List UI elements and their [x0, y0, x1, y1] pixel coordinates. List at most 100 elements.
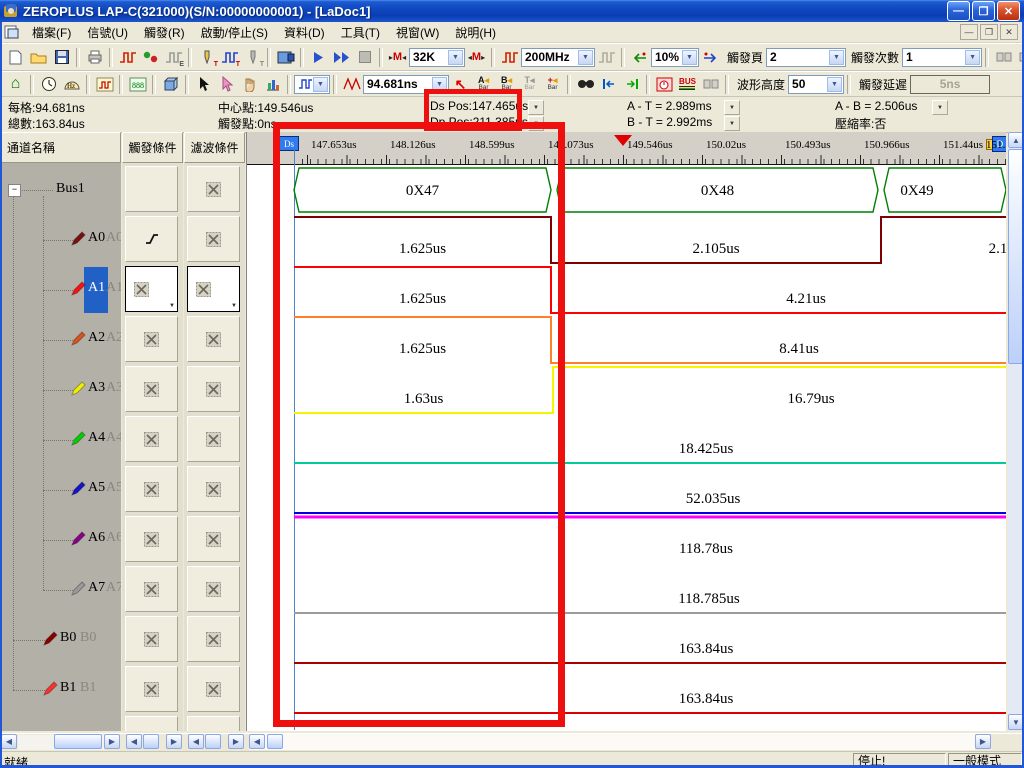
channel-label-A3[interactable]: A3: [88, 380, 105, 396]
goto-end-button[interactable]: [620, 73, 643, 95]
select-cursor-button[interactable]: [192, 73, 215, 95]
hand-tool-button[interactable]: [238, 73, 261, 95]
trigger-scroll-left[interactable]: ◀: [126, 734, 142, 749]
module-parameter-button[interactable]: [274, 46, 297, 68]
channel-scroll-right[interactable]: ▶: [104, 734, 120, 749]
time-ruler[interactable]: Ds D 147.653us148.126us148.599us149.073u…: [247, 132, 1006, 165]
trigger-probe-button[interactable]: T: [195, 46, 218, 68]
sync-button[interactable]: [699, 73, 722, 95]
channel-label-A7[interactable]: A7: [88, 580, 105, 596]
bus-setup-button[interactable]: BUS: [676, 73, 699, 95]
statistics-button[interactable]: [261, 73, 284, 95]
run-button[interactable]: [307, 46, 330, 68]
channel-scroll-left[interactable]: ◀: [1, 734, 17, 749]
filter-scroll-left[interactable]: ◀: [188, 734, 204, 749]
mdi-minimize-button[interactable]: —: [960, 24, 978, 40]
time-div-select-arrow[interactable]: ▼: [432, 77, 447, 92]
waveform-scroll-left[interactable]: ◀: [249, 734, 265, 749]
external-clock-icon[interactable]: [595, 46, 618, 68]
trigger-cell-A1[interactable]: ▼: [125, 266, 178, 312]
sample-depth-select-arrow[interactable]: ▼: [448, 50, 463, 65]
trigger-pos-left-button[interactable]: [628, 46, 651, 68]
channel-tree[interactable]: −Bus1A0A0A1A1A2A2A3A3A4A4A5A5A6A6A7A7B0B…: [0, 163, 121, 731]
sampling-setting-button[interactable]: [116, 46, 139, 68]
note-cursor-button[interactable]: [215, 73, 238, 95]
trigger-position-select[interactable]: 10%▼: [651, 48, 699, 67]
menu-item-5[interactable]: 工具(T): [333, 24, 388, 42]
t-bar-button[interactable]: T◂Bar: [518, 73, 541, 95]
cursor-jump-button[interactable]: ↖: [449, 73, 472, 95]
trigger-cell-A3[interactable]: [125, 366, 178, 412]
waveform-window-button[interactable]: [93, 73, 116, 95]
open-file-button[interactable]: [27, 46, 50, 68]
memory-right-button[interactable]: ◂M▸: [465, 46, 488, 68]
trigger-scroll-thumb[interactable]: [143, 734, 159, 749]
filter-cell-A5[interactable]: [187, 466, 240, 512]
trigger-pulse-button[interactable]: T: [218, 46, 241, 68]
trigger-count-select-arrow[interactable]: ▼: [965, 50, 980, 65]
waveform-scroll-track[interactable]: [249, 734, 975, 750]
menu-item-0[interactable]: 檔案(F): [24, 24, 79, 42]
filter-cell-A2[interactable]: [187, 316, 240, 362]
pulse-width-module-button[interactable]: E: [162, 46, 185, 68]
minimize-button[interactable]: —: [947, 1, 970, 21]
frequency-button[interactable]: Hz: [60, 73, 83, 95]
filter-cell-A4[interactable]: [187, 416, 240, 462]
a-t-dropdown[interactable]: ▼: [724, 100, 740, 115]
menu-item-6[interactable]: 視窗(W): [388, 24, 447, 42]
channel-label-A4[interactable]: A4: [88, 430, 105, 446]
wave-height-select[interactable]: 50▼: [788, 75, 844, 94]
trigger-cell-A6[interactable]: [125, 516, 178, 562]
sample-depth-select[interactable]: 32K▼: [409, 48, 465, 67]
repeat-run-button[interactable]: [330, 46, 353, 68]
channel-label-B1[interactable]: B1: [60, 680, 76, 696]
channel-scroll-thumb[interactable]: [54, 734, 102, 749]
trigger-cell-A0[interactable]: [125, 216, 178, 262]
trigger-cell-A2[interactable]: [125, 316, 178, 362]
internal-clock-icon[interactable]: [498, 46, 521, 68]
sample-rate-select[interactable]: 200MHz▼: [521, 48, 595, 67]
trigger-position-select-arrow[interactable]: ▼: [682, 50, 697, 65]
add-bar-button[interactable]: +◂Bar: [541, 73, 564, 95]
channel-color-button[interactable]: [139, 46, 162, 68]
listing-window-button[interactable]: 888: [126, 73, 149, 95]
ds-pos-dropdown[interactable]: ▼: [528, 100, 544, 115]
stack-panel-button[interactable]: [992, 46, 1015, 68]
close-button[interactable]: ✕: [997, 1, 1020, 21]
waveform-mode-select-arrow[interactable]: ▼: [313, 77, 328, 92]
channel-label-A2[interactable]: A2: [88, 330, 105, 346]
bus-label[interactable]: Bus1: [56, 181, 85, 197]
filter-cell-B1[interactable]: [187, 666, 240, 712]
filter-cell-Bus1[interactable]: [187, 166, 240, 212]
clock-button[interactable]: [37, 73, 60, 95]
menu-item-4[interactable]: 資料(D): [276, 24, 333, 42]
menu-item-1[interactable]: 信號(U): [79, 24, 136, 42]
filter-cell-A3[interactable]: [187, 366, 240, 412]
home-button[interactable]: ⌂: [4, 73, 27, 95]
filter-cell-A0[interactable]: [187, 216, 240, 262]
menu-item-7[interactable]: 說明(H): [447, 24, 504, 42]
trigger-cell-A5[interactable]: [125, 466, 178, 512]
filter-scroll-thumb[interactable]: [205, 734, 221, 749]
trigger-pos-right-button[interactable]: [699, 46, 722, 68]
waveform-scroll-thumb[interactable]: [267, 734, 283, 749]
trigger-count-select[interactable]: 1▼: [902, 48, 982, 67]
wave-height-select-arrow[interactable]: ▼: [827, 77, 842, 92]
navigator-button[interactable]: [159, 73, 182, 95]
stop-button[interactable]: [353, 46, 376, 68]
dp-pos-dropdown[interactable]: ▼: [528, 116, 544, 131]
menu-item-2[interactable]: 觸發(R): [136, 24, 193, 42]
trigger-scroll-right[interactable]: ▶: [166, 734, 182, 749]
menu-item-3[interactable]: 啟動/停止(S): [193, 24, 276, 42]
memory-left-button[interactable]: ▸M◂: [386, 46, 409, 68]
channel-label-A5[interactable]: A5: [88, 480, 105, 496]
mdi-restore-button[interactable]: ❐: [980, 24, 998, 40]
filter-cell-A6[interactable]: [187, 516, 240, 562]
waveform-mode-select[interactable]: ▼: [294, 75, 330, 94]
trigger-cell-Bus1[interactable]: [125, 166, 178, 212]
channel-label-A1[interactable]: A1: [88, 280, 105, 296]
filter-cell-A7[interactable]: [187, 566, 240, 612]
a-bar-button[interactable]: A◂Bar: [472, 73, 495, 95]
goto-start-button[interactable]: [597, 73, 620, 95]
ds-marker-tag[interactable]: Ds: [279, 136, 299, 151]
